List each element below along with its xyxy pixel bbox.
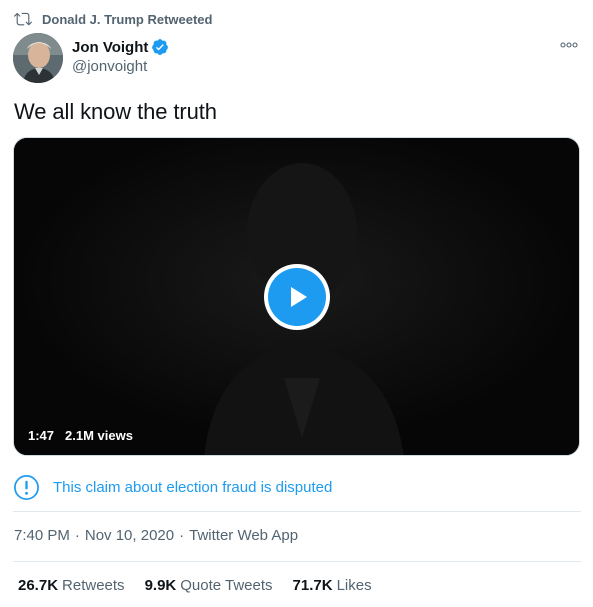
divider xyxy=(13,561,581,562)
quote-tweets-label: Quote Tweets xyxy=(180,577,273,594)
tweet-date[interactable]: Nov 10, 2020 xyxy=(85,527,174,544)
social-context[interactable]: Donald J. Trump Retweeted xyxy=(14,9,212,29)
tweet-detail: Donald J. Trump Retweeted Jon Voight @jo… xyxy=(0,0,593,607)
likes-count: 71.7K xyxy=(292,577,333,594)
quote-tweets-stat[interactable]: 9.9K Quote Tweets xyxy=(145,577,273,594)
tweet-text: We all know the truth xyxy=(14,99,217,124)
more-options-icon xyxy=(560,42,578,48)
info-warning-icon xyxy=(14,475,39,500)
retweets-count: 26.7K xyxy=(18,577,59,594)
retweets-label: Retweets xyxy=(62,577,125,594)
disputed-claim-warning[interactable]: This claim about election fraud is dispu… xyxy=(13,474,332,501)
author-block: Jon Voight @jonvoight xyxy=(72,37,169,75)
engagement-stats: 26.7K Retweets 9.9K Quote Tweets 71.7K L… xyxy=(18,577,392,594)
meta-separator: · xyxy=(179,527,185,544)
play-icon xyxy=(291,287,307,307)
more-options-button[interactable] xyxy=(559,38,579,52)
play-button[interactable] xyxy=(264,264,330,330)
video-player[interactable]: 1:47 2.1M views xyxy=(13,137,580,456)
likes-label: Likes xyxy=(336,577,372,594)
video-meta: 1:47 2.1M views xyxy=(28,428,133,443)
tweet-source[interactable]: Twitter Web App xyxy=(189,527,298,544)
quote-tweets-count: 9.9K xyxy=(144,577,177,594)
author-name[interactable]: Jon Voight xyxy=(72,39,148,56)
video-duration: 1:47 xyxy=(28,428,55,443)
tweet-metadata: 7:40 PM · Nov 10, 2020 · Twitter Web App xyxy=(14,527,298,544)
retweeted-by-label: Donald J. Trump Retweeted xyxy=(42,11,213,27)
avatar[interactable] xyxy=(13,33,63,83)
author-handle[interactable]: @jonvoight xyxy=(72,58,169,75)
tweet-time[interactable]: 7:40 PM xyxy=(14,527,70,544)
avatar-image xyxy=(13,33,63,83)
video-views: 2.1M views xyxy=(65,428,133,443)
warning-text[interactable]: This claim about election fraud is dispu… xyxy=(53,479,332,496)
author-name-row[interactable]: Jon Voight xyxy=(72,37,169,57)
divider xyxy=(13,511,581,512)
verified-badge-icon xyxy=(152,39,169,55)
meta-separator: · xyxy=(74,527,80,544)
play-button-inner xyxy=(268,268,326,326)
retweets-stat[interactable]: 26.7K Retweets xyxy=(18,577,125,594)
likes-stat[interactable]: 71.7K Likes xyxy=(293,577,372,594)
retweet-icon xyxy=(14,12,32,26)
